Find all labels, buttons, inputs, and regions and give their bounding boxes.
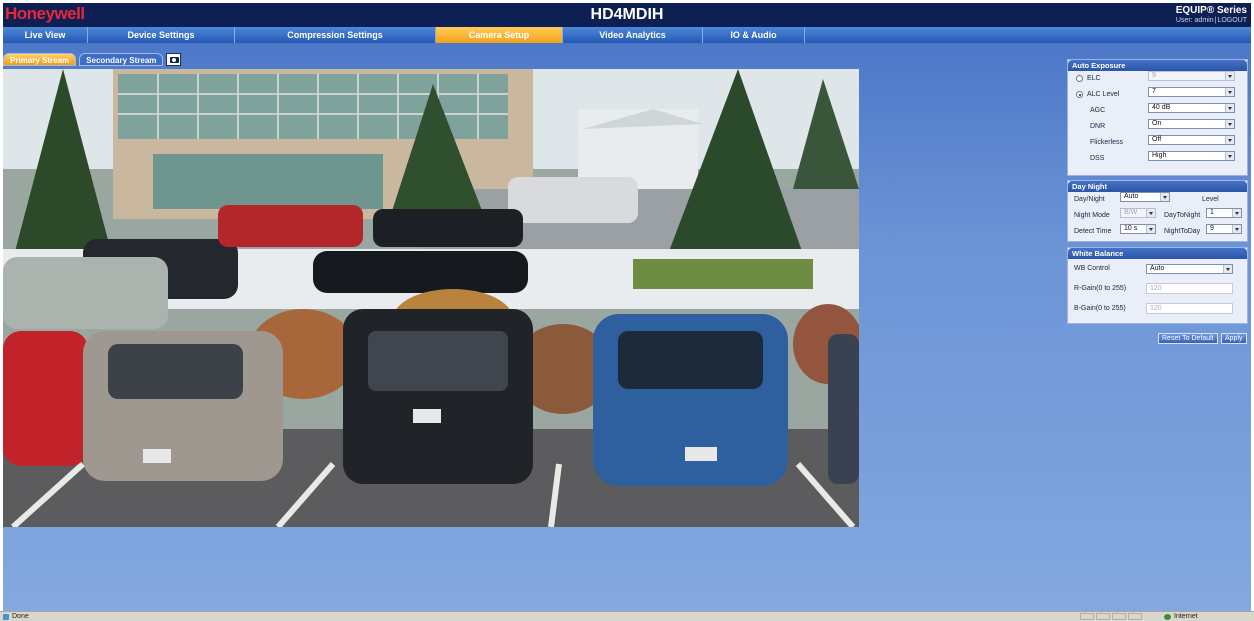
dss-label: DSS bbox=[1090, 155, 1105, 162]
wb-control-select[interactable]: Auto bbox=[1146, 264, 1233, 274]
logout-link[interactable]: LOGOUT bbox=[1217, 17, 1247, 24]
b-gain-input[interactable]: 120 bbox=[1146, 303, 1233, 314]
night-mode-select[interactable]: B/W bbox=[1120, 208, 1156, 218]
stream-tabs: Primary Stream Secondary Stream bbox=[3, 53, 182, 67]
auto-exposure-title: Auto Exposure bbox=[1068, 60, 1247, 71]
chevron-down-icon bbox=[1225, 88, 1234, 96]
b-gain-row: B-Gain(0 to 255) 120 bbox=[1068, 299, 1247, 319]
day-night-row: Day/Night Auto Level bbox=[1068, 192, 1247, 208]
day-night-panel: Day Night Day/Night Auto Level Night Mod… bbox=[1067, 180, 1248, 242]
red-car bbox=[3, 331, 88, 466]
live-video-feed[interactable] bbox=[3, 69, 859, 527]
white-balance-panel: White Balance WB Control Auto R-Gain(0 t… bbox=[1067, 247, 1248, 324]
page-icon bbox=[3, 614, 9, 620]
chevron-down-icon bbox=[1225, 120, 1234, 128]
status-cells bbox=[1080, 613, 1142, 620]
detect-time-row: Detect Time 10 s NightToDay 9 bbox=[1068, 224, 1247, 240]
tab-secondary-stream[interactable]: Secondary Stream bbox=[79, 53, 164, 66]
video-frame bbox=[3, 69, 859, 527]
wb-control-row: WB Control Auto bbox=[1068, 259, 1247, 279]
wb-control-label: WB Control bbox=[1074, 265, 1110, 272]
snapshot-button[interactable] bbox=[166, 53, 182, 66]
day-night-title: Day Night bbox=[1068, 181, 1247, 192]
apply-button[interactable]: Apply bbox=[1221, 333, 1247, 344]
status-text: Done bbox=[12, 613, 29, 620]
reset-to-default-button[interactable]: Reset To Default bbox=[1158, 333, 1218, 344]
tab-camera-setup[interactable]: Camera Setup bbox=[436, 27, 563, 43]
chevron-down-icon bbox=[1232, 209, 1241, 217]
alc-label: ALC Level bbox=[1087, 91, 1120, 98]
flickerless-label: Flickerless bbox=[1090, 139, 1124, 146]
main-nav: Live View Device Settings Compression Se… bbox=[3, 27, 1251, 43]
r-gain-label: R-Gain(0 to 255) bbox=[1074, 285, 1127, 292]
level-label: Level bbox=[1202, 196, 1219, 203]
alc-row: ALC Level 7 bbox=[1068, 87, 1247, 103]
dss-select[interactable]: High bbox=[1148, 151, 1235, 161]
user-label: User: admin bbox=[1175, 17, 1214, 24]
chevron-down-icon bbox=[1160, 193, 1169, 201]
content-area: Primary Stream Secondary Stream Auto Exp… bbox=[3, 43, 1251, 611]
night-mode-row: Night Mode B/W DayToNight 1 bbox=[1068, 208, 1247, 224]
flickerless-row: Flickerless Off bbox=[1068, 135, 1247, 151]
alc-radio[interactable] bbox=[1076, 91, 1083, 98]
tab-device-settings[interactable]: Device Settings bbox=[88, 27, 235, 43]
agc-label: AGC bbox=[1090, 107, 1106, 114]
alc-level-select[interactable]: 7 bbox=[1148, 87, 1235, 97]
chevron-down-icon bbox=[1225, 136, 1234, 144]
night-to-day-select[interactable]: 9 bbox=[1206, 224, 1242, 234]
day-night-select[interactable]: Auto bbox=[1120, 192, 1170, 202]
browser-status-bar: Done Internet bbox=[0, 611, 1254, 621]
user-info: User: admin|LOGOUT bbox=[1175, 17, 1247, 24]
day-to-night-label: DayToNight bbox=[1164, 212, 1201, 219]
chevron-down-icon bbox=[1225, 152, 1234, 160]
chevron-down-icon bbox=[1146, 225, 1155, 233]
detect-time-select[interactable]: 10 s bbox=[1120, 224, 1156, 234]
product-series: EQUIP® Series bbox=[1175, 5, 1247, 16]
chevron-down-icon bbox=[1225, 104, 1234, 112]
tab-primary-stream[interactable]: Primary Stream bbox=[3, 53, 77, 66]
day-night-label: Day/Night bbox=[1074, 196, 1105, 203]
chevron-down-icon bbox=[1232, 225, 1241, 233]
dss-row: DSS High bbox=[1068, 151, 1247, 167]
elc-radio[interactable] bbox=[1076, 75, 1083, 82]
elc-select[interactable]: 9 bbox=[1148, 71, 1235, 81]
r-gain-input[interactable]: 120 bbox=[1146, 283, 1233, 294]
app-header: Honeywell HD4MDIH EQUIP® Series User: ad… bbox=[3, 3, 1251, 27]
security-zone-text: Internet bbox=[1174, 613, 1198, 620]
b-gain-label: B-Gain(0 to 255) bbox=[1074, 305, 1126, 312]
night-to-day-label: NightToDay bbox=[1164, 228, 1201, 235]
detect-time-label: Detect Time bbox=[1074, 228, 1112, 235]
agc-row: AGC 40 dB bbox=[1068, 103, 1247, 119]
tab-compression-settings[interactable]: Compression Settings bbox=[235, 27, 436, 43]
device-model-title: HD4MDIH bbox=[590, 6, 664, 23]
chevron-down-icon bbox=[1146, 209, 1155, 217]
auto-exposure-panel: Auto Exposure ELC 9 ALC Level 7 AGC 40 d… bbox=[1067, 59, 1248, 176]
chevron-down-icon bbox=[1223, 265, 1232, 273]
day-to-night-select[interactable]: 1 bbox=[1206, 208, 1242, 218]
dnr-label: DNR bbox=[1090, 123, 1106, 130]
night-mode-label: Night Mode bbox=[1074, 212, 1110, 219]
white-balance-title: White Balance bbox=[1068, 248, 1247, 259]
dnr-select[interactable]: On bbox=[1148, 119, 1235, 129]
elc-label: ELC bbox=[1087, 75, 1101, 82]
dnr-row: DNR On bbox=[1068, 119, 1247, 135]
globe-icon bbox=[1164, 614, 1171, 620]
tab-live-view[interactable]: Live View bbox=[3, 27, 88, 43]
elc-row: ELC 9 bbox=[1068, 71, 1247, 87]
flickerless-select[interactable]: Off bbox=[1148, 135, 1235, 145]
chevron-down-icon bbox=[1225, 72, 1234, 80]
agc-select[interactable]: 40 dB bbox=[1148, 103, 1235, 113]
tab-video-analytics[interactable]: Video Analytics bbox=[563, 27, 703, 43]
r-gain-row: R-Gain(0 to 255) 120 bbox=[1068, 279, 1247, 299]
tab-io-audio[interactable]: IO & Audio bbox=[703, 27, 805, 43]
